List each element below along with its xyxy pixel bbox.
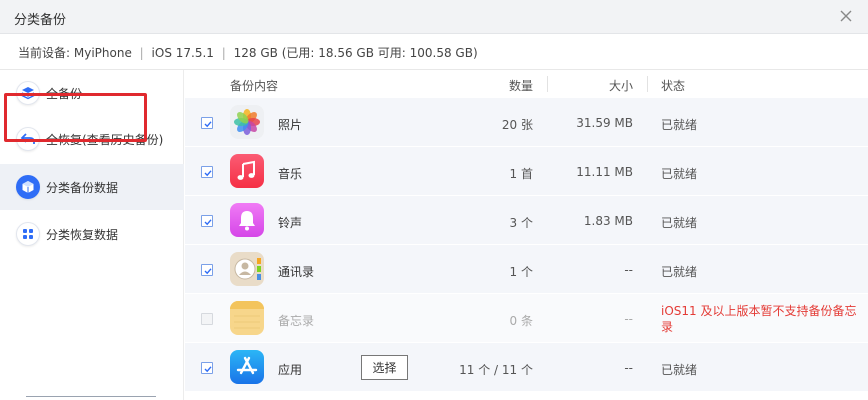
header-content: 备份内容 — [230, 79, 279, 93]
device-name: MyiPhone — [73, 46, 132, 60]
table-row: 备忘录 0 条 -- iOS11 及以上版本暂不支持备份备忘录 — [185, 294, 868, 343]
device-label: 当前设备: — [18, 46, 71, 60]
music-icon — [230, 154, 264, 188]
row-size: -- — [624, 263, 633, 277]
row-size: 11.11 MB — [576, 165, 633, 179]
device-info-bar: 当前设备: MyiPhone | iOS 17.5.1 | 128 GB (已用… — [0, 34, 868, 70]
row-status-warning: iOS11 及以上版本暂不支持备份备忘录 — [661, 304, 857, 334]
sidebar: 全备份 全恢复(查看历史备份) 分类备份数据 分类恢复数据 — [0, 70, 184, 400]
row-status: 已就绪 — [661, 118, 698, 132]
header-count: 数量 — [508, 79, 533, 93]
table-row[interactable]: 铃声 3 个 1.83 MB 已就绪 — [185, 196, 868, 245]
table-row[interactable]: 照片 20 张 31.59 MB 已就绪 — [185, 98, 868, 147]
device-info: 当前设备: MyiPhone | iOS 17.5.1 | 128 GB (已用… — [18, 44, 478, 61]
row-checkbox — [201, 313, 213, 325]
row-count: 11 个 / 11 个 — [459, 363, 533, 377]
bell-icon — [230, 203, 264, 237]
row-status: 已就绪 — [661, 216, 698, 230]
header-size: 大小 — [608, 79, 633, 93]
notes-icon — [230, 301, 264, 335]
backup-table: 备份内容 数量 大小 状态 照片 20 张 31.59 MB 已就绪 音乐 1 … — [185, 70, 868, 400]
row-checkbox[interactable] — [201, 264, 213, 276]
sidebar-item-category-restore[interactable]: 分类恢复数据 — [0, 211, 184, 257]
contacts-icon — [230, 252, 264, 286]
row-name: 音乐 — [278, 167, 303, 181]
separator: | — [221, 46, 226, 60]
row-name: 备忘录 — [278, 314, 315, 328]
sidebar-item-label: 分类恢复数据 — [46, 228, 119, 242]
bottom-button-edge — [26, 396, 156, 400]
row-size: -- — [624, 312, 633, 326]
table-row[interactable]: 通讯录 1 个 -- 已就绪 — [185, 245, 868, 294]
sidebar-item-full-backup[interactable]: 全备份 — [0, 70, 184, 116]
appstore-icon — [230, 350, 264, 384]
sidebar-item-label: 全备份 — [46, 87, 83, 101]
close-icon[interactable] — [836, 6, 856, 26]
select-apps-button[interactable]: 选择 — [361, 355, 408, 380]
row-checkbox[interactable] — [201, 362, 213, 374]
grid-icon — [16, 222, 40, 246]
table-header: 备份内容 数量 大小 状态 — [185, 70, 868, 98]
row-count: 1 个 — [509, 265, 533, 279]
column-divider — [547, 76, 548, 92]
sidebar-item-full-restore[interactable]: 全恢复(查看历史备份) — [0, 116, 184, 162]
separator: | — [139, 46, 144, 60]
row-status: 已就绪 — [661, 167, 698, 181]
storage-info: 128 GB (已用: 18.56 GB 可用: 100.58 GB) — [233, 46, 478, 60]
row-name: 铃声 — [278, 216, 303, 230]
row-count: 20 张 — [501, 118, 533, 132]
title-bar: 分类备份 — [0, 0, 868, 34]
row-count: 3 个 — [509, 216, 533, 230]
ios-version: iOS 17.5.1 — [151, 46, 214, 60]
row-size: 31.59 MB — [576, 116, 633, 130]
row-checkbox[interactable] — [201, 117, 213, 129]
sidebar-item-label: 分类备份数据 — [46, 181, 119, 195]
cube-icon — [16, 175, 40, 199]
header-status: 状态 — [661, 79, 686, 93]
row-checkbox[interactable] — [201, 215, 213, 227]
stack-icon — [16, 81, 40, 105]
row-size: -- — [624, 361, 633, 375]
row-name: 应用 — [278, 363, 303, 377]
table-row[interactable]: 音乐 1 首 11.11 MB 已就绪 — [185, 147, 868, 196]
row-count: 1 首 — [509, 167, 533, 181]
sidebar-item-label: 全恢复(查看历史备份) — [46, 133, 164, 147]
sidebar-item-category-backup[interactable]: 分类备份数据 — [0, 164, 184, 210]
column-divider — [647, 76, 648, 92]
undo-icon — [16, 127, 40, 151]
row-checkbox[interactable] — [201, 166, 213, 178]
table-row[interactable]: 应用 选择 11 个 / 11 个 -- 已就绪 — [185, 343, 868, 392]
row-name: 照片 — [278, 118, 303, 132]
photos-icon — [230, 105, 264, 139]
row-status: 已就绪 — [661, 265, 698, 279]
row-status: 已就绪 — [661, 363, 698, 377]
row-count: 0 条 — [509, 314, 533, 328]
row-size: 1.83 MB — [583, 214, 633, 228]
row-name: 通讯录 — [278, 265, 315, 279]
window-title: 分类备份 — [14, 13, 67, 28]
